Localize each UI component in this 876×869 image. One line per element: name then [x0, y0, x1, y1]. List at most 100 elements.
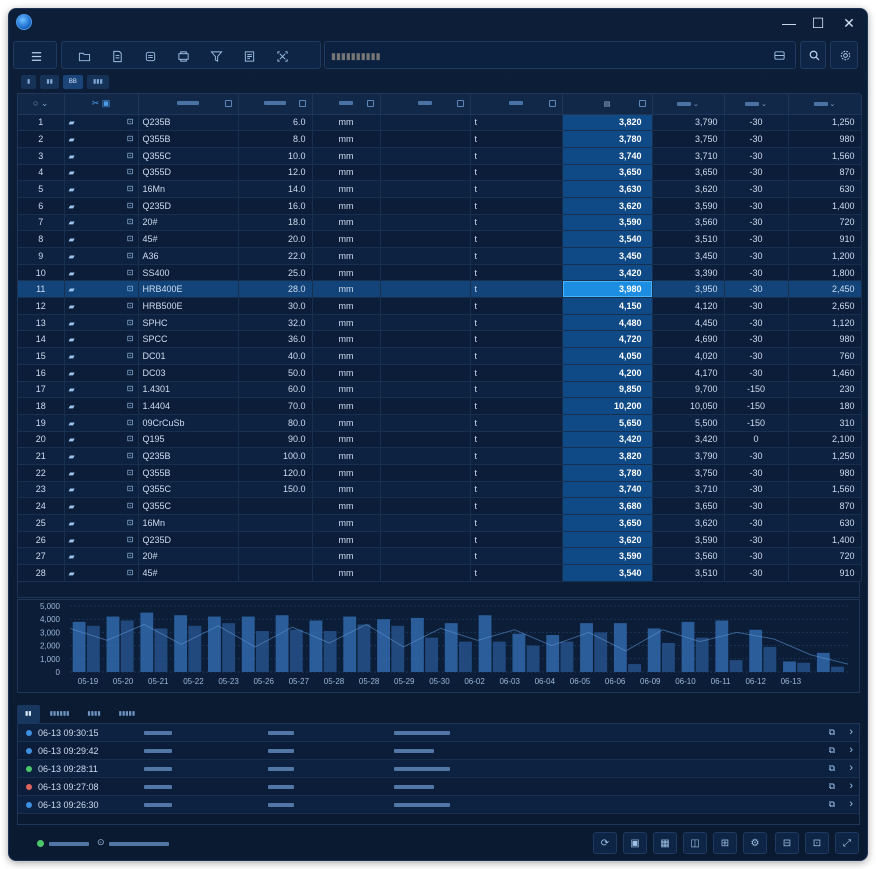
- table-row[interactable]: 21 ▰ ⊡ Q235B 100.0 mm t 3,820 3,790 -30 1,250: [18, 447, 862, 465]
- table-row[interactable]: 19 ▰ ⊡ 09CrCuSb 80.0 mm t 5,650 5,500 -150 310: [18, 414, 862, 432]
- folder-icon[interactable]: ▰: [69, 185, 75, 194]
- folder-icon[interactable]: ▰: [69, 552, 75, 561]
- table-row[interactable]: 11 ▰ ⊡ HRB400E 28.0 mm t 3,980 3,950 -30 2,450: [18, 280, 862, 299]
- table-row[interactable]: 20 ▰ ⊡ Q195 90.0 mm t 3,420 3,420 0 2,100: [18, 431, 862, 449]
- table-row[interactable]: 8 ▰ ⊡ 45# 20.0 mm t 3,540 3,510 -30 910: [18, 230, 862, 248]
- chevron-right-icon[interactable]: ›: [849, 726, 853, 738]
- folder-icon[interactable]: ▰: [69, 168, 75, 177]
- table-row[interactable]: 27 ▰ ⊡ 20# mm t 3,590 3,560 -30 720: [18, 547, 862, 566]
- edit-icon[interactable]: ⊡: [127, 268, 134, 277]
- log-tab-1[interactable]: ▮▮: [17, 705, 40, 723]
- table-row[interactable]: 25 ▰ ⊡ 16Mn mm t 3,650 3,620 -30 630: [18, 514, 862, 532]
- log-row[interactable]: 06-13 09:29:42 ⧉ ›: [18, 742, 859, 760]
- table-row[interactable]: 3 ▰ ⊡ Q355C 10.0 mm t 3,740 3,710 -30 1,560: [18, 147, 862, 165]
- table-row[interactable]: 2 ▰ ⊡ Q355B 8.0 mm t 3,780 3,750 -30 980: [18, 130, 862, 148]
- edit-icon[interactable]: ⊡: [127, 434, 134, 443]
- table-row[interactable]: 9 ▰ ⊡ A36 22.0 mm t 3,450 3,450 -30 1,200: [18, 247, 862, 265]
- folder-icon[interactable]: [74, 47, 94, 65]
- table-row[interactable]: 23 ▰ ⊡ Q355C 150.0 mm t 3,740 3,710 -30 1,560: [18, 481, 862, 499]
- folder-icon[interactable]: ▰: [69, 218, 75, 227]
- edit-icon[interactable]: ⊡: [127, 201, 134, 210]
- edit-icon[interactable]: ⊡: [127, 334, 134, 343]
- refresh-button[interactable]: ⟳: [593, 832, 617, 854]
- table-row[interactable]: 7 ▰ ⊡ 20# 18.0 mm t 3,590 3,560 -30 720: [18, 214, 862, 232]
- settings-button[interactable]: [830, 41, 858, 69]
- log-row[interactable]: 06-13 09:27:08 ⧉ ›: [18, 778, 859, 796]
- copy-icon[interactable]: ⧉: [829, 745, 835, 756]
- chevron-right-icon[interactable]: ›: [849, 744, 853, 756]
- header-col-spec[interactable]: [238, 94, 313, 115]
- copy-icon[interactable]: ⧉: [829, 781, 835, 792]
- report-icon[interactable]: [239, 47, 259, 65]
- folder-icon[interactable]: ▰: [69, 135, 75, 144]
- folder-icon[interactable]: ▰: [69, 536, 75, 545]
- search-button[interactable]: [800, 41, 826, 69]
- table-row[interactable]: 16 ▰ ⊡ DC03 50.0 mm t 4,200 4,170 -30 1,460: [18, 364, 862, 382]
- table-row[interactable]: 24 ▰ ⊡ Q355C mm t 3,680 3,650 -30 870: [18, 497, 862, 515]
- log-tab-4[interactable]: ▮▮▮▮▮: [111, 705, 144, 723]
- edit-icon[interactable]: ⊡: [127, 535, 134, 544]
- minimize-button[interactable]: —: [777, 13, 801, 33]
- log-row[interactable]: 06-13 09:30:15 ⧉ ›: [18, 724, 859, 742]
- view-tab-2[interactable]: ▮▮: [40, 75, 59, 89]
- edit-icon[interactable]: ⊡: [127, 418, 134, 427]
- log-row[interactable]: 06-13 09:26:30 ⧉ ›: [18, 796, 859, 814]
- edit-icon[interactable]: ⊡: [127, 351, 134, 360]
- search-input[interactable]: [331, 47, 751, 65]
- edit-icon[interactable]: ⊡: [127, 368, 134, 377]
- edit-icon[interactable]: ⊡: [127, 518, 134, 527]
- folder-icon[interactable]: ▰: [69, 435, 75, 444]
- folder-icon[interactable]: ▰: [69, 235, 75, 244]
- folder-icon[interactable]: ▰: [69, 202, 75, 211]
- edit-icon[interactable]: ⊡: [127, 217, 134, 226]
- edit-icon[interactable]: ⊡: [127, 501, 134, 510]
- folder-icon[interactable]: ▰: [69, 519, 75, 528]
- folder-icon[interactable]: ▰: [69, 419, 75, 428]
- table-row[interactable]: 12 ▰ ⊡ HRB500E 30.0 mm t 4,150 4,120 -30 2,650: [18, 297, 862, 315]
- grid-view-button[interactable]: ▦: [653, 832, 677, 854]
- fullscreen-button[interactable]: ⤢: [835, 832, 859, 854]
- header-col-volume[interactable]: ⌄: [788, 94, 862, 115]
- document-icon[interactable]: [107, 47, 127, 65]
- folder-icon[interactable]: ▰: [69, 269, 75, 278]
- chevron-right-icon[interactable]: ›: [849, 798, 853, 810]
- folder-icon[interactable]: ▰: [69, 469, 75, 478]
- edit-icon[interactable]: ⊡: [127, 184, 134, 193]
- table-row[interactable]: 1 ▰ ⊡ Q235B 6.0 mm t 3,820 3,790 -30 1,250: [18, 114, 862, 132]
- edit-icon[interactable]: ⊡: [127, 551, 134, 560]
- menu-button[interactable]: [13, 41, 57, 69]
- edit-icon[interactable]: ⊡: [127, 234, 134, 243]
- folder-icon[interactable]: ▰: [69, 302, 75, 311]
- edit-icon[interactable]: ⊡: [127, 384, 134, 393]
- folder-icon[interactable]: ▰: [69, 502, 75, 511]
- table-row[interactable]: 5 ▰ ⊡ 16Mn 14.0 mm t 3,630 3,620 -30 630: [18, 180, 862, 198]
- folder-icon[interactable]: ▰: [69, 118, 75, 127]
- table-row[interactable]: 26 ▰ ⊡ Q235D mm t 3,620 3,590 -30 1,400: [18, 531, 862, 549]
- view-tab-4[interactable]: ▮▮▮: [86, 75, 109, 89]
- tiles-button[interactable]: ⊞: [713, 832, 737, 854]
- folder-icon[interactable]: ▰: [69, 285, 75, 294]
- folder-icon[interactable]: ▰: [69, 452, 75, 461]
- folder-icon[interactable]: ▰: [69, 152, 75, 161]
- header-col-prev-price[interactable]: ⌄: [652, 94, 725, 115]
- edit-icon[interactable]: ⊡: [127, 468, 134, 477]
- edit-icon[interactable]: ⊡: [127, 484, 134, 493]
- chevron-right-icon[interactable]: ›: [849, 762, 853, 774]
- config-button[interactable]: ⚙: [743, 832, 767, 854]
- table-row[interactable]: 18 ▰ ⊡ 1.4404 70.0 mm t 10,200 10,050 -150 180: [18, 397, 862, 415]
- table-row[interactable]: 13 ▰ ⊡ SPHC 32.0 mm t 4,480 4,450 -30 1,120: [18, 314, 862, 332]
- folder-icon[interactable]: ▰: [69, 252, 75, 261]
- edit-icon[interactable]: ⊡: [127, 167, 134, 176]
- folder-icon[interactable]: ▰: [69, 402, 75, 411]
- edit-icon[interactable]: ⊡: [127, 301, 134, 310]
- folder-icon[interactable]: ▰: [69, 319, 75, 328]
- view-tab-3[interactable]: BB: [62, 75, 83, 89]
- table-row[interactable]: 10 ▰ ⊡ SS400 25.0 mm t 3,420 3,390 -30 1,800: [18, 264, 862, 282]
- edit-icon[interactable]: ⊡: [127, 451, 134, 460]
- folder-icon[interactable]: ▰: [69, 369, 75, 378]
- edit-icon[interactable]: ⊡: [127, 134, 134, 143]
- edit-icon[interactable]: ⊡: [127, 568, 134, 577]
- copy-icon[interactable]: ⧉: [829, 727, 835, 738]
- split-view-button[interactable]: ◫: [683, 832, 707, 854]
- folder-icon[interactable]: ▰: [69, 485, 75, 494]
